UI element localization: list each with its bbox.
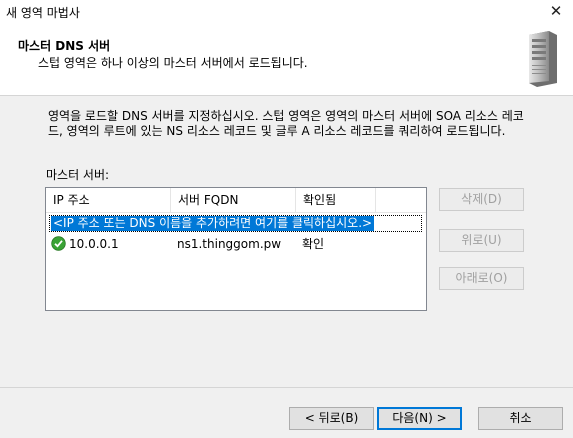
page-title: 마스터 DNS 서버	[18, 39, 111, 53]
row-verified: 확인	[302, 237, 325, 251]
table-row[interactable]: 10.0.0.1 ns1.thinggom.pw 확인	[46, 234, 426, 254]
column-fqdn[interactable]: 서버 FQDN	[171, 188, 296, 212]
server-icon	[529, 31, 557, 87]
master-servers-list[interactable]: IP 주소 서버 FQDN 확인됨 <IP 주소 또는 DNS 이름을 추가하려…	[45, 187, 427, 311]
green-check-icon	[51, 236, 66, 251]
instructions-text: 영역을 로드할 DNS 서버를 지정하십시오. 스텁 영역은 영역의 마스터 서…	[48, 109, 524, 138]
column-verified[interactable]: 확인됨	[296, 188, 376, 212]
window-title: 새 영역 마법사	[6, 6, 80, 20]
add-server-row[interactable]: <IP 주소 또는 DNS 이름을 추가하려면 여기를 클릭하십시오.>	[49, 215, 422, 232]
back-button[interactable]: < 뒤로(B)	[289, 407, 374, 430]
row-fqdn: ns1.thinggom.pw	[177, 237, 282, 251]
wizard-header: 마스터 DNS 서버 스텁 영역은 하나 이상의 마스터 서버에서 로드됩니다.	[0, 24, 573, 96]
page-subtitle: 스텁 영역은 하나 이상의 마스터 서버에서 로드됩니다.	[38, 56, 308, 70]
list-header: IP 주소 서버 FQDN 확인됨	[46, 188, 426, 213]
footer-divider	[0, 387, 573, 388]
delete-button[interactable]: 삭제(D)	[439, 188, 524, 211]
column-ip[interactable]: IP 주소	[46, 188, 171, 212]
move-up-button[interactable]: 위로(U)	[439, 229, 524, 252]
add-server-prompt[interactable]: <IP 주소 또는 DNS 이름을 추가하려면 여기를 클릭하십시오.>	[51, 216, 375, 231]
title-bar: 새 영역 마법사 ✕	[0, 0, 573, 24]
row-ip: 10.0.0.1	[69, 237, 119, 251]
master-servers-label: 마스터 서버:	[46, 168, 110, 182]
close-button[interactable]: ✕	[539, 0, 573, 24]
move-down-button[interactable]: 아래로(O)	[439, 267, 524, 290]
cancel-button[interactable]: 취소	[478, 407, 563, 430]
next-button[interactable]: 다음(N) >	[377, 407, 462, 430]
